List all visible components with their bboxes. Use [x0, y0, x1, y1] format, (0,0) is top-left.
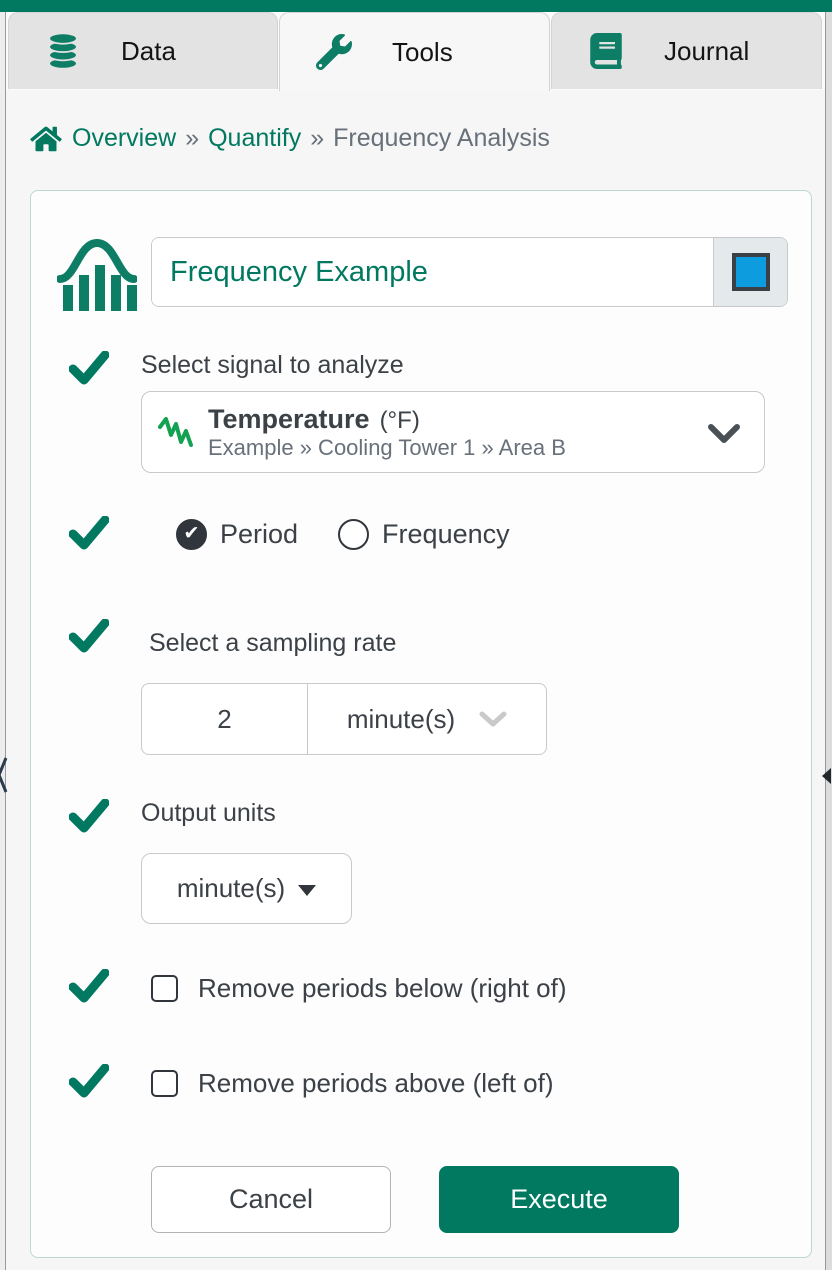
sampling-value-input[interactable] — [141, 683, 307, 755]
breadcrumb-separator: » — [185, 124, 200, 152]
sampling-unit-select[interactable]: minute(s) — [307, 683, 547, 755]
right-panel-edge — [825, 12, 832, 1270]
breadcrumb-link-overview[interactable]: Overview — [72, 124, 176, 153]
signal-unit: (°F) — [379, 406, 420, 434]
book-icon — [590, 33, 622, 69]
signal-text: Temperature (°F) Example » Cooling Tower … — [208, 404, 566, 460]
home-icon — [30, 126, 62, 151]
signal-name: Temperature — [208, 403, 370, 434]
color-swatch — [731, 253, 770, 291]
tool-name-input[interactable] — [152, 238, 713, 306]
step-complete-icon — [69, 969, 109, 1003]
caret-down-icon — [298, 885, 317, 896]
tab-tools-label: Tools — [392, 36, 453, 67]
radio-frequency-control[interactable] — [338, 519, 370, 550]
frequency-analysis-panel: Select signal to analyze Temperature (°F)… — [30, 190, 812, 1258]
step-complete-icon — [69, 351, 109, 385]
chevron-down-icon — [479, 711, 507, 726]
database-icon — [48, 33, 78, 69]
frequency-analysis-icon — [57, 238, 137, 311]
collapse-right-handle[interactable] — [822, 768, 831, 784]
radio-period[interactable]: Period — [176, 519, 298, 550]
breadcrumb-current: Frequency Analysis — [333, 124, 550, 152]
tool-name-group — [151, 237, 788, 307]
top-accent-bar — [0, 0, 832, 12]
signal-icon — [158, 417, 193, 447]
step-complete-icon — [69, 799, 109, 833]
output-units-label: Output units — [141, 799, 276, 827]
chevron-left-icon — [0, 757, 8, 793]
radio-frequency-label[interactable]: Frequency — [382, 519, 510, 550]
output-units-dropdown[interactable]: minute(s) — [141, 853, 352, 924]
tab-journal-label: Journal — [664, 35, 750, 66]
signal-path: Example » Cooling Tower 1 » Area B — [208, 434, 566, 460]
remove-above-label[interactable]: Remove periods above (left of) — [198, 1068, 554, 1099]
remove-below-checkbox[interactable] — [151, 975, 178, 1002]
tab-bar: Data Tools Journal — [0, 12, 832, 91]
radio-frequency[interactable]: Frequency — [338, 519, 510, 550]
radio-period-control[interactable] — [176, 519, 207, 550]
breadcrumb-link-quantify[interactable]: Quantify — [208, 124, 301, 153]
wrench-icon — [316, 34, 352, 70]
execute-button[interactable]: Execute — [439, 1166, 679, 1233]
mode-radio-group: Period Frequency — [176, 519, 510, 550]
cancel-button[interactable]: Cancel — [151, 1166, 391, 1233]
radio-period-label[interactable]: Period — [220, 519, 298, 550]
breadcrumb-separator: » — [310, 124, 325, 152]
sampling-rate-group: minute(s) — [141, 683, 547, 755]
signal-section-label: Select signal to analyze — [141, 351, 404, 379]
sampling-section-label: Select a sampling rate — [149, 629, 397, 657]
step-complete-icon — [69, 1064, 109, 1098]
sampling-unit-value: minute(s) — [346, 703, 456, 734]
remove-below-label[interactable]: Remove periods below (right of) — [198, 973, 567, 1004]
collapse-left-handle[interactable] — [0, 756, 8, 794]
color-picker-button[interactable] — [713, 238, 787, 306]
step-complete-icon — [69, 619, 109, 653]
breadcrumb-home[interactable] — [30, 125, 62, 153]
breadcrumb: Overview » Quantify » Frequency Analysis — [30, 124, 550, 153]
tab-tools[interactable]: Tools — [279, 12, 550, 91]
tab-journal[interactable]: Journal — [551, 12, 822, 89]
option-remove-above: Remove periods above (left of) — [151, 1068, 554, 1099]
left-panel-edge — [0, 12, 6, 1270]
signal-select[interactable]: Temperature (°F) Example » Cooling Tower … — [141, 391, 765, 473]
output-units-value: minute(s) — [176, 873, 286, 903]
tab-data[interactable]: Data — [8, 12, 278, 89]
chevron-down-icon — [708, 424, 740, 443]
tab-data-label: Data — [121, 35, 176, 66]
option-remove-below: Remove periods below (right of) — [151, 973, 567, 1004]
remove-above-checkbox[interactable] — [151, 1070, 178, 1097]
step-complete-icon — [69, 516, 109, 550]
tool-header — [57, 233, 788, 311]
